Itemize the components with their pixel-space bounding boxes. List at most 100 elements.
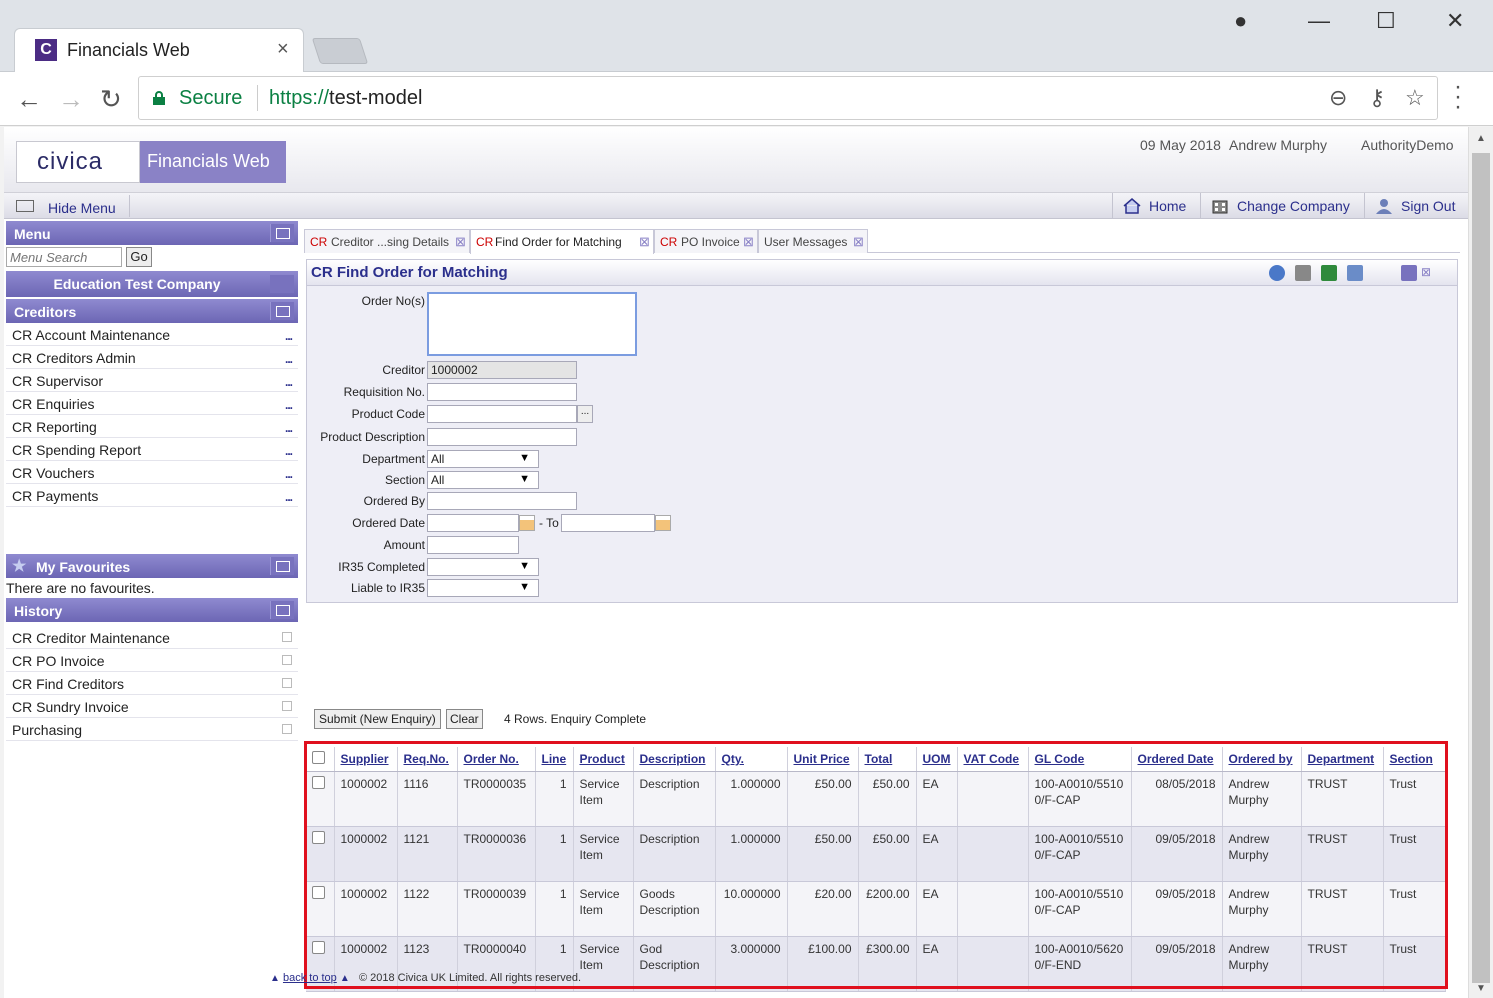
close-tab-icon[interactable]: ⊠ xyxy=(639,234,650,250)
address-bar[interactable]: Secure https://test-model ⊖ ⚷ ☆ xyxy=(138,76,1438,120)
section-select[interactable]: All ▼ xyxy=(427,471,539,489)
profile-icon[interactable]: ● xyxy=(1234,8,1247,34)
sidebar-item-cr-account-maintenance[interactable]: CR Account Maintenance... xyxy=(6,323,298,346)
browser-tab[interactable]: C Financials Web × xyxy=(14,28,304,72)
calendar-icon[interactable] xyxy=(655,515,671,531)
open-link-icon[interactable] xyxy=(282,632,292,642)
sidebar-item-cr-spending-report[interactable]: CR Spending Report... xyxy=(6,438,298,461)
history-item[interactable]: CR Sundry Invoice xyxy=(6,695,298,718)
checkbox[interactable] xyxy=(312,750,325,764)
more-icon[interactable]: ... xyxy=(285,375,293,389)
scroll-up-icon[interactable]: ▲ xyxy=(1476,133,1486,144)
row-checkbox[interactable] xyxy=(312,940,325,954)
ordered-date-from-field[interactable] xyxy=(427,514,519,532)
column-header[interactable]: Department xyxy=(1301,747,1384,772)
column-header[interactable]: Supplier xyxy=(334,747,398,772)
column-header[interactable]: Line xyxy=(535,747,574,772)
submit-button[interactable]: Submit (New Enquiry) xyxy=(314,709,441,729)
column-header[interactable]: GL Code xyxy=(1028,747,1132,772)
key-icon[interactable]: ⚷ xyxy=(1369,85,1385,111)
print-icon[interactable] xyxy=(1295,265,1311,281)
ordered-date-to-field[interactable] xyxy=(561,514,655,532)
close-icon[interactable]: × xyxy=(277,38,289,61)
scrollbar-thumb[interactable] xyxy=(1472,153,1490,983)
sidebar-item-cr-enquiries[interactable]: CR Enquiries... xyxy=(6,392,298,415)
star-icon[interactable]: ☆ xyxy=(1405,85,1425,111)
column-header[interactable]: VAT Code xyxy=(957,747,1029,772)
tab-user-messages[interactable]: User Messages ⊠ xyxy=(758,229,868,253)
help-icon[interactable] xyxy=(1269,265,1285,281)
column-header[interactable]: Qty. xyxy=(715,747,788,772)
company-toggle-icon[interactable] xyxy=(270,275,294,293)
column-header[interactable]: Ordered Date xyxy=(1131,747,1223,772)
menu-toggle-icon[interactable] xyxy=(270,224,294,242)
close-tab-icon[interactable]: ⊠ xyxy=(743,234,754,250)
back-to-top-link[interactable]: back to top xyxy=(283,972,337,984)
maximize-icon[interactable]: ☐ xyxy=(1376,8,1396,34)
url-text[interactable]: https://test-model xyxy=(269,87,422,110)
column-header[interactable]: Product xyxy=(573,747,634,772)
order-nos-field[interactable] xyxy=(427,292,637,356)
liable-ir35-select[interactable]: ▼ xyxy=(427,579,539,597)
product-description-field[interactable] xyxy=(427,428,577,446)
creditors-toggle-icon[interactable] xyxy=(270,302,294,320)
sign-out-link[interactable]: Sign Out xyxy=(1364,193,1468,219)
history-item[interactable]: CR Find Creditors xyxy=(6,672,298,695)
close-tab-icon[interactable]: ⊠ xyxy=(455,234,466,250)
column-header[interactable]: Req.No. xyxy=(397,747,458,772)
row-checkbox[interactable] xyxy=(312,830,325,844)
open-link-icon[interactable] xyxy=(282,678,292,688)
columns-icon[interactable] xyxy=(1347,265,1363,281)
more-icon[interactable]: ... xyxy=(285,444,293,458)
hide-menu-button[interactable]: Hide Menu xyxy=(10,195,130,217)
excel-icon[interactable] xyxy=(1321,265,1337,281)
vertical-scrollbar[interactable]: ▲ ▼ xyxy=(1468,127,1493,998)
more-icon[interactable]: ... xyxy=(285,352,293,366)
row-checkbox[interactable] xyxy=(312,885,325,899)
zoom-icon[interactable]: ⊖ xyxy=(1329,85,1347,111)
back-arrow-icon[interactable]: ← xyxy=(16,84,42,115)
amount-field[interactable] xyxy=(427,536,519,554)
ir35-completed-select[interactable]: ▼ xyxy=(427,558,539,576)
sidebar-item-cr-reporting[interactable]: CR Reporting... xyxy=(6,415,298,438)
column-header[interactable]: Unit Price xyxy=(787,747,859,772)
more-icon[interactable]: ... xyxy=(285,398,293,412)
table-row[interactable]: 1000002 1121 TR0000036 1 Service Item Descrip… xyxy=(306,826,1446,882)
product-code-field[interactable] xyxy=(427,405,577,423)
history-item[interactable]: CR Creditor Maintenance xyxy=(6,626,298,649)
ordered-by-field[interactable] xyxy=(427,492,577,510)
close-tab-icon[interactable]: ⊠ xyxy=(853,234,864,250)
forward-arrow-icon[interactable]: → xyxy=(58,84,84,115)
window-icon[interactable] xyxy=(1401,265,1417,281)
more-icon[interactable]: ... xyxy=(285,467,293,481)
change-company-link[interactable]: Change Company xyxy=(1200,193,1360,219)
open-link-icon[interactable] xyxy=(282,724,292,734)
sidebar-item-cr-vouchers[interactable]: CR Vouchers... xyxy=(6,461,298,484)
clear-button[interactable]: Clear xyxy=(446,709,483,729)
tab-find-order[interactable]: CR Find Order for Matching ⊠ xyxy=(470,229,654,254)
more-icon[interactable]: ... xyxy=(285,421,293,435)
product-code-browse-button[interactable]: ... xyxy=(577,405,593,423)
table-row[interactable]: 1000002 1116 TR0000035 1 Service Item Descrip… xyxy=(306,771,1446,827)
column-header[interactable]: Total xyxy=(858,747,917,772)
history-item[interactable]: CR PO Invoice xyxy=(6,649,298,672)
sidebar-item-cr-supervisor[interactable]: CR Supervisor... xyxy=(6,369,298,392)
column-header[interactable]: Description xyxy=(633,747,716,772)
column-header[interactable]: Ordered by xyxy=(1222,747,1302,772)
tab-creditor-details[interactable]: CR Creditor ...sing Details ⊠ xyxy=(304,229,470,253)
open-link-icon[interactable] xyxy=(282,655,292,665)
select-all-checkbox[interactable] xyxy=(306,747,335,772)
menu-search-input[interactable] xyxy=(6,247,122,267)
column-header[interactable]: Order No. xyxy=(457,747,536,772)
column-header[interactable]: UOM xyxy=(916,747,958,772)
window-close-icon[interactable]: ✕ xyxy=(1446,8,1464,34)
creditor-field[interactable]: 1000002 xyxy=(427,361,577,379)
department-select[interactable]: All ▼ xyxy=(427,450,539,468)
requisition-field[interactable] xyxy=(427,383,577,401)
history-item[interactable]: Purchasing xyxy=(6,718,298,741)
tab-po-invoice[interactable]: CR PO Invoice ⊠ xyxy=(654,229,758,253)
history-toggle-icon[interactable] xyxy=(270,601,294,619)
minimize-icon[interactable]: — xyxy=(1308,8,1330,34)
close-panel-icon[interactable]: ⊠ xyxy=(1421,265,1437,281)
new-tab-button[interactable] xyxy=(311,38,369,64)
